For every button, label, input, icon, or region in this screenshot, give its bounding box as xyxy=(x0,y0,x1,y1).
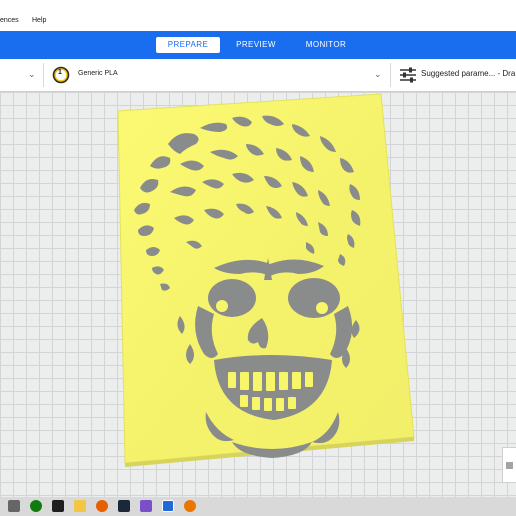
windows-start-icon[interactable] xyxy=(8,500,20,512)
model-plate[interactable] xyxy=(0,92,516,497)
material-selector[interactable]: 1 Generic PLA ⌄ xyxy=(44,59,390,91)
print-settings-label: Suggested parame... - Dra xyxy=(421,69,516,78)
print-settings-button[interactable]: Suggested parame... - Dra xyxy=(391,59,516,91)
chevron-down-icon: ⌄ xyxy=(374,69,382,79)
blender-icon[interactable] xyxy=(184,500,196,512)
extruder-number: 1 xyxy=(58,69,62,76)
taskbar xyxy=(0,497,516,516)
tab-prepare[interactable]: PREPARE xyxy=(156,37,220,53)
printer-selector[interactable]: ⌄ xyxy=(0,59,42,91)
tab-preview[interactable]: PREVIEW xyxy=(228,37,284,53)
media-icon[interactable] xyxy=(52,500,64,512)
ultimaker-cura-icon[interactable] xyxy=(162,500,174,512)
xbox-icon[interactable] xyxy=(30,500,42,512)
stage-header: PREPARE PREVIEW MONITOR xyxy=(0,31,516,59)
toolbar: ⌄ 1 Generic PLA ⌄ Suggested parame... - … xyxy=(0,59,516,92)
app-icon[interactable] xyxy=(140,500,152,512)
firefox-icon[interactable] xyxy=(96,500,108,512)
file-explorer-icon[interactable] xyxy=(74,500,86,512)
tab-monitor[interactable]: MONITOR xyxy=(296,37,356,53)
steam-icon[interactable] xyxy=(118,500,130,512)
chevron-down-icon: ⌄ xyxy=(28,69,36,79)
menu-preferences[interactable]: ences xyxy=(0,17,19,24)
object-list-toggle[interactable] xyxy=(502,447,516,483)
menu-bar: ences Help xyxy=(0,0,516,32)
material-label: Generic PLA xyxy=(78,70,118,77)
cube-icon xyxy=(506,462,513,469)
menu-help[interactable]: Help xyxy=(32,17,46,24)
viewport[interactable] xyxy=(0,92,516,497)
sliders-icon xyxy=(400,67,416,83)
